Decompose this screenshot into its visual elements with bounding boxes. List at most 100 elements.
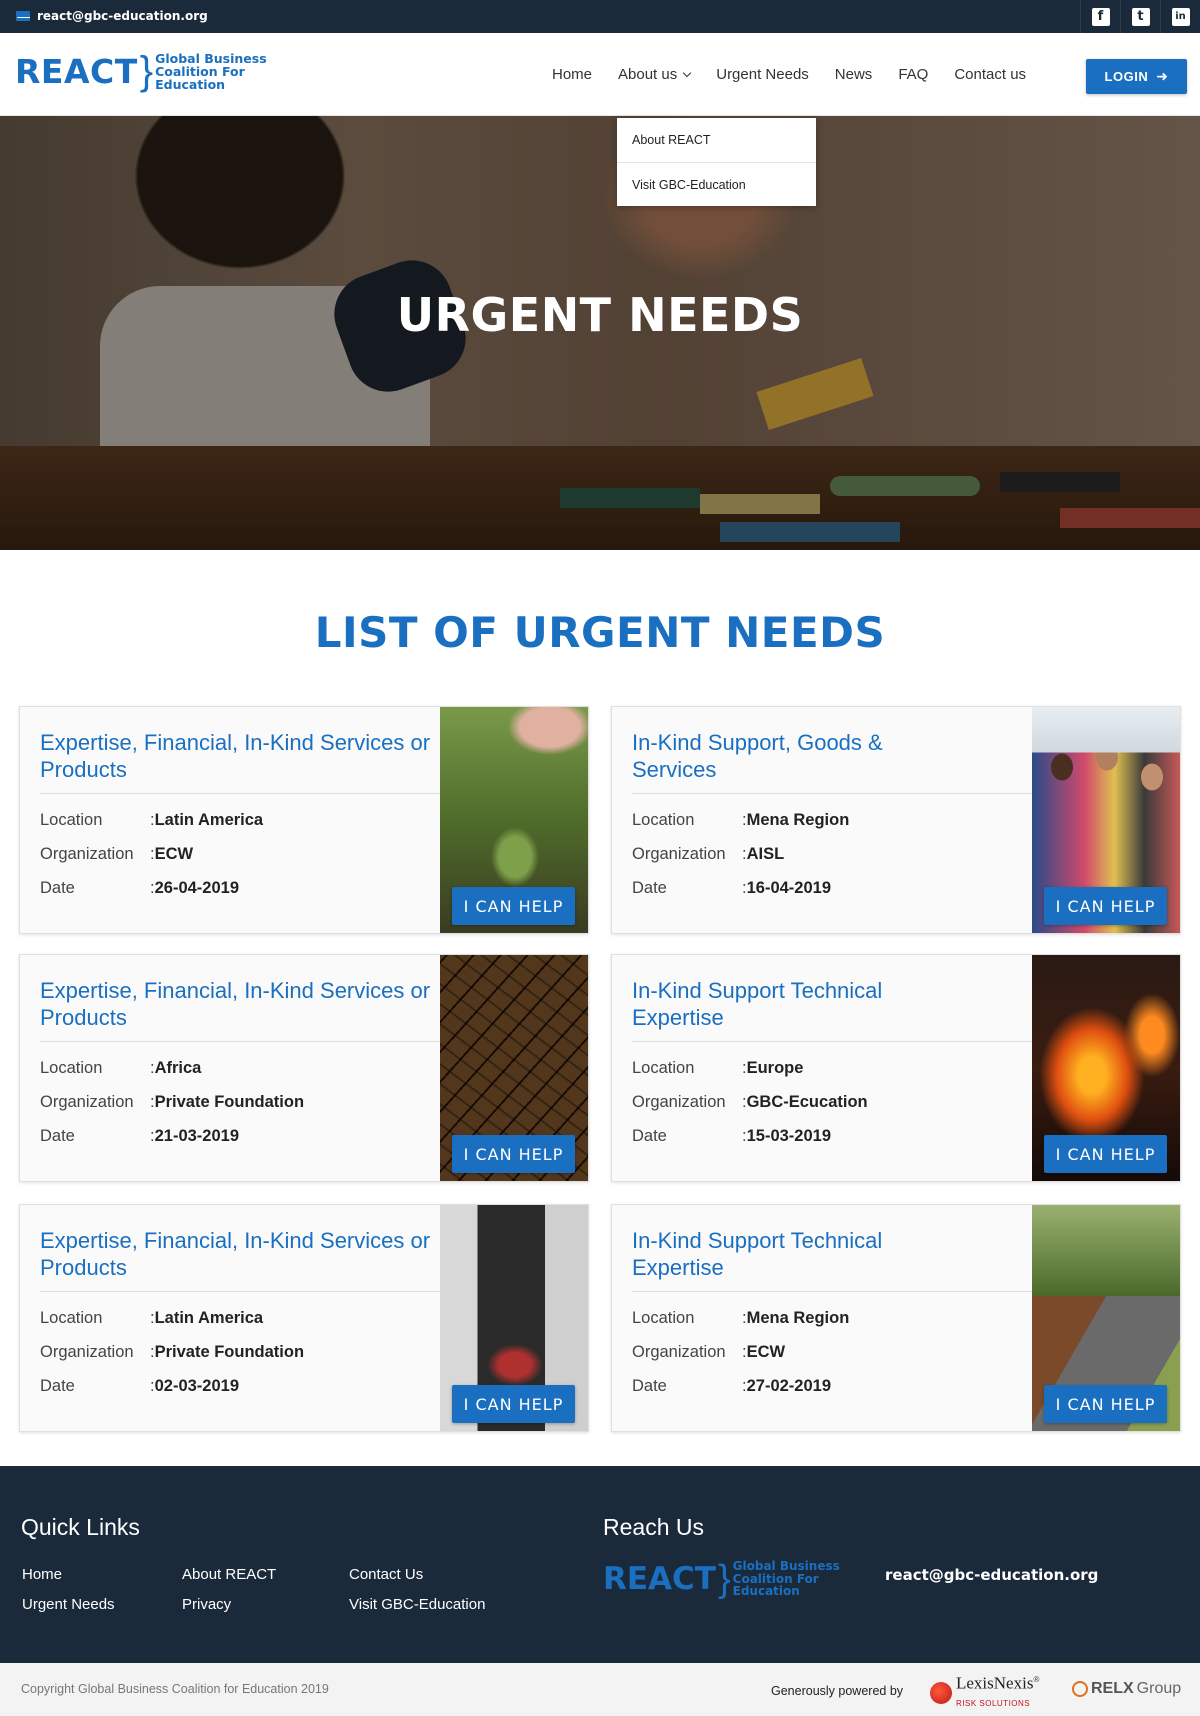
footer-link-about[interactable]: About REACT bbox=[182, 1566, 276, 1583]
chevron-down-icon bbox=[682, 68, 692, 78]
need-card: Expertise, Financial, In-Kind Services o… bbox=[19, 954, 589, 1182]
footer-link-contact[interactable]: Contact Us bbox=[349, 1566, 423, 1583]
main-nav: Home About us Urgent Needs News FAQ Cont… bbox=[552, 33, 1052, 116]
i-can-help-button[interactable]: I CAN HELP bbox=[452, 887, 575, 925]
card-divider bbox=[632, 1291, 1040, 1292]
organization-value: ECW bbox=[742, 1343, 786, 1377]
footer-email[interactable]: react@gbc-education.org bbox=[885, 1566, 1098, 1584]
card-location-row: Location Mena Region bbox=[632, 1309, 849, 1343]
topbar-email-text: react@gbc-education.org bbox=[37, 9, 208, 23]
card-location-row: Location Latin America bbox=[40, 811, 263, 845]
card-title[interactable]: In-Kind Support Technical Expertise bbox=[632, 977, 932, 1031]
organization-value: AISL bbox=[742, 845, 785, 879]
footer-link-visit-gbc[interactable]: Visit GBC-Education bbox=[349, 1596, 485, 1613]
card-title[interactable]: In-Kind Support, Goods & Services bbox=[632, 729, 912, 783]
card-divider bbox=[40, 1041, 448, 1042]
hero-title: URGENT NEEDS bbox=[396, 288, 804, 342]
i-can-help-button[interactable]: I CAN HELP bbox=[1044, 887, 1167, 925]
card-details: Location Europe Organization GBC-Ecucation… bbox=[632, 1059, 868, 1161]
facebook-link[interactable]: f bbox=[1080, 0, 1120, 33]
footer-link-home[interactable]: Home bbox=[22, 1566, 62, 1583]
card-details: Location Latin America Organization Privat… bbox=[40, 1309, 304, 1411]
date-label: Date bbox=[40, 1377, 75, 1395]
date-value: 21-03-2019 bbox=[150, 1127, 239, 1161]
about-dropdown-menu: About REACT Visit GBC-Education bbox=[617, 118, 816, 206]
nav-faq[interactable]: FAQ bbox=[898, 66, 928, 83]
footer-logo-brace: } bbox=[717, 1558, 731, 1600]
nav-news[interactable]: News bbox=[835, 66, 873, 83]
card-details: Location Latin America Organization ECW Da… bbox=[40, 811, 263, 913]
relx-icon bbox=[1072, 1681, 1088, 1697]
i-can-help-button[interactable]: I CAN HELP bbox=[1044, 1385, 1167, 1423]
bottom-bar: Copyright Global Business Coalition for … bbox=[0, 1663, 1200, 1716]
dropdown-item-visit-gbc[interactable]: Visit GBC-Education bbox=[617, 162, 816, 206]
card-date-row: Date 27-02-2019 bbox=[632, 1377, 849, 1411]
need-card: In-Kind Support, Goods & Services Locati… bbox=[611, 706, 1181, 934]
lexisnexis-wordmark: LexisNexis® RISK SOLUTIONS bbox=[956, 1674, 1039, 1711]
location-value: Europe bbox=[742, 1059, 804, 1093]
organization-value: ECW bbox=[150, 845, 194, 879]
need-card: Expertise, Financial, In-Kind Services o… bbox=[19, 706, 589, 934]
card-date-row: Date 15-03-2019 bbox=[632, 1127, 868, 1161]
card-divider bbox=[40, 1291, 448, 1292]
location-value: Latin America bbox=[150, 811, 264, 845]
lexisnexis-logo[interactable]: LexisNexis® RISK SOLUTIONS bbox=[930, 1674, 1039, 1711]
nav-home[interactable]: Home bbox=[552, 66, 592, 83]
card-title[interactable]: In-Kind Support Technical Expertise bbox=[632, 1227, 932, 1281]
card-location-row: Location Europe bbox=[632, 1059, 868, 1093]
date-value: 26-04-2019 bbox=[150, 879, 239, 913]
card-location-row: Location Mena Region bbox=[632, 811, 849, 845]
login-label: LOGIN bbox=[1104, 69, 1149, 84]
date-label: Date bbox=[632, 1377, 667, 1395]
linkedin-link[interactable]: in bbox=[1160, 0, 1200, 33]
topbar-email[interactable]: react@gbc-education.org bbox=[16, 9, 208, 23]
card-location-row: Location Africa bbox=[40, 1059, 304, 1093]
card-organization-row: Organization ECW bbox=[40, 845, 263, 879]
twitter-icon: t bbox=[1131, 7, 1150, 26]
card-organization-row: Organization Private Foundation bbox=[40, 1343, 304, 1377]
relx-name: RELX bbox=[1091, 1680, 1134, 1697]
date-value: 16-04-2019 bbox=[742, 879, 831, 913]
card-title[interactable]: Expertise, Financial, In-Kind Services o… bbox=[40, 729, 440, 783]
facebook-icon: f bbox=[1091, 7, 1110, 26]
login-icon: ➜ bbox=[1156, 68, 1169, 84]
nav-urgent-needs[interactable]: Urgent Needs bbox=[716, 66, 809, 83]
dropdown-item-about-react[interactable]: About REACT bbox=[617, 118, 816, 162]
nav-about[interactable]: About us bbox=[618, 66, 692, 83]
organization-label: Organization bbox=[632, 845, 726, 863]
footer-logo[interactable]: REACT } Global Business Coalition For Ed… bbox=[603, 1560, 840, 1598]
location-value: Mena Region bbox=[742, 811, 850, 845]
footer-link-privacy[interactable]: Privacy bbox=[182, 1596, 231, 1613]
i-can-help-button[interactable]: I CAN HELP bbox=[452, 1385, 575, 1423]
location-value: Latin America bbox=[150, 1309, 264, 1343]
organization-label: Organization bbox=[632, 1343, 726, 1361]
site-logo[interactable]: REACT } Global Business Coalition For Ed… bbox=[15, 51, 267, 91]
card-date-row: Date 02-03-2019 bbox=[40, 1377, 304, 1411]
card-title[interactable]: Expertise, Financial, In-Kind Services o… bbox=[40, 977, 440, 1031]
location-value: Africa bbox=[150, 1059, 202, 1093]
card-title[interactable]: Expertise, Financial, In-Kind Services o… bbox=[40, 1227, 440, 1281]
card-organization-row: Organization AISL bbox=[632, 845, 849, 879]
linkedin-icon: in bbox=[1171, 7, 1190, 26]
need-card: In-Kind Support Technical Expertise Loca… bbox=[611, 954, 1181, 1182]
mail-icon bbox=[16, 11, 30, 21]
i-can-help-button[interactable]: I CAN HELP bbox=[1044, 1135, 1167, 1173]
footer-link-urgent-needs[interactable]: Urgent Needs bbox=[22, 1596, 115, 1613]
i-can-help-button[interactable]: I CAN HELP bbox=[452, 1135, 575, 1173]
location-label: Location bbox=[632, 1059, 695, 1077]
date-value: 02-03-2019 bbox=[150, 1377, 239, 1411]
footer-logo-tagline: Global Business Coalition For Education bbox=[733, 1560, 840, 1598]
need-card: In-Kind Support Technical Expertise Loca… bbox=[611, 1204, 1181, 1432]
lexisnexis-icon bbox=[930, 1682, 952, 1705]
organization-label: Organization bbox=[40, 1343, 134, 1361]
login-button[interactable]: LOGIN ➜ bbox=[1086, 59, 1187, 94]
nav-contact[interactable]: Contact us bbox=[954, 66, 1026, 83]
twitter-link[interactable]: t bbox=[1120, 0, 1160, 33]
date-value: 15-03-2019 bbox=[742, 1127, 831, 1161]
card-divider bbox=[40, 793, 448, 794]
date-label: Date bbox=[40, 879, 75, 897]
relx-logo[interactable]: RELX Group bbox=[1072, 1680, 1181, 1698]
reach-us-title: Reach Us bbox=[603, 1514, 704, 1540]
site-footer: Quick Links Reach Us Home Urgent Needs A… bbox=[0, 1466, 1200, 1663]
powered-by-text: Generously powered by bbox=[771, 1684, 904, 1698]
